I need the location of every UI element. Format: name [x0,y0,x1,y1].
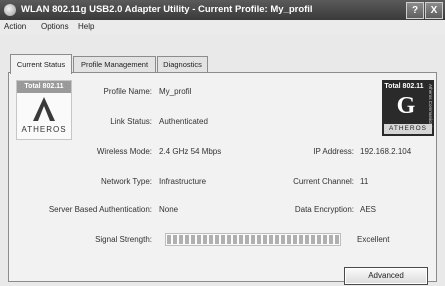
signal-strength-value: Excellent [357,235,390,244]
title-bar: WLAN 802.11g USB2.0 Adapter Utility - Cu… [0,0,445,20]
atheros-a-icon [33,97,55,121]
link-status-value: Authenticated [159,117,208,126]
data-encryption-value: AES [360,205,377,214]
server-auth-value: None [159,205,179,214]
app-icon [4,4,16,16]
logo-badge-text-right: Total 802.11 [384,83,424,90]
signal-strength-label: Signal Strength: [95,235,152,244]
menu-action[interactable]: Action [4,22,26,31]
close-button[interactable]: X [425,2,443,19]
current-channel-value: 11 [360,177,369,186]
signal-strength-fill [167,235,339,244]
menu-bar: Action Options Help [0,20,445,34]
advanced-button[interactable]: Advanced [344,267,428,285]
ip-address-label: IP Address: [313,147,354,156]
tab-profile-management[interactable]: Profile Management [73,56,156,73]
menu-help[interactable]: Help [78,22,94,31]
ip-address-value: 192.168.2.104 [360,147,412,156]
link-status-label: Link Status: [110,117,152,126]
network-type-value: Infrastructure [159,177,207,186]
window-title: WLAN 802.11g USB2.0 Adapter Utility - Cu… [21,4,313,15]
wireless-mode-label: Wireless Mode: [96,147,152,156]
menu-options[interactable]: Options [41,22,69,31]
signal-strength-meter [165,233,341,246]
help-button[interactable]: ? [406,2,424,19]
current-channel-label: Current Channel: [293,177,354,186]
logo-brand-text: ATHEROS [21,125,67,134]
tab-diagnostics[interactable]: Diagnostics [157,56,208,73]
atheros-logo-right: Total 802.11 Atheros Communications G AT… [382,80,434,136]
profile-name-value: My_profil [159,87,192,96]
logo-g-mark: G [396,93,416,119]
wireless-mode-value: 2.4 GHz 54 Mbps [159,147,222,156]
server-auth-label: Server Based Authentication: [48,205,152,214]
tab-current-status[interactable]: Current Status [10,54,72,74]
logo-brand-text-right: ATHEROS [384,124,432,134]
network-type-label: Network Type: [101,177,152,186]
data-encryption-label: Data Encryption: [294,205,354,214]
profile-name-label: Profile Name: [103,87,152,96]
